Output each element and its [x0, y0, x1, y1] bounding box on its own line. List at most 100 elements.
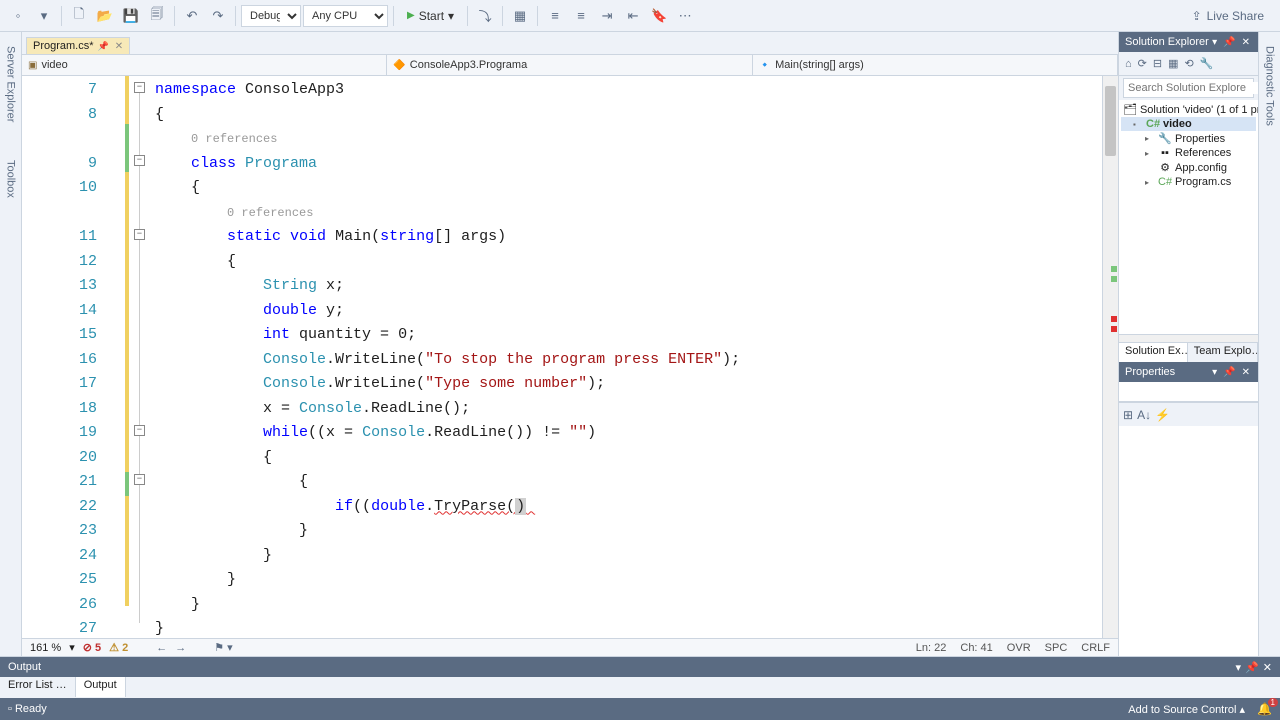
pin-icon[interactable]: 📌 — [1245, 661, 1259, 674]
programcs-node[interactable]: ▸C#Program.cs — [1121, 175, 1256, 189]
file-tab[interactable]: Program.cs* 📌 ✕ — [26, 37, 130, 54]
close-icon[interactable]: ✕ — [1240, 37, 1252, 48]
forward-icon[interactable]: ▾ — [32, 4, 56, 28]
dropdown-icon[interactable]: ▾ — [1236, 661, 1242, 674]
pin-icon[interactable]: 📌 — [1221, 37, 1237, 48]
show-icon[interactable]: ▦ — [1166, 55, 1180, 72]
caret-col: Ch: 41 — [960, 642, 992, 654]
tab-error-list[interactable]: Error List … — [0, 677, 76, 697]
nav-back-icon[interactable]: ← — [156, 642, 167, 654]
play-icon: ▶ — [407, 10, 415, 21]
collapse-icon[interactable]: ⊟ — [1151, 55, 1164, 72]
notification-icon[interactable]: 🔔 — [1257, 702, 1272, 716]
status-bar: ▫ Ready Add to Source Control ▴ 🔔 — [0, 698, 1280, 720]
pin-icon[interactable]: 📌 — [98, 41, 109, 52]
search-input[interactable] — [1128, 82, 1270, 94]
undo-icon[interactable]: ↶ — [180, 4, 204, 28]
spc-mode[interactable]: SPC — [1045, 642, 1068, 654]
method-icon: 🔹 — [759, 60, 771, 71]
output-tabs: Error List … Output — [0, 677, 1280, 697]
redo-icon[interactable]: ↷ — [206, 4, 230, 28]
categorize-icon[interactable]: ⊞ — [1123, 408, 1133, 422]
bookmark-icon[interactable]: 🔖 — [647, 4, 671, 28]
tab-solution-explorer[interactable]: Solution Ex… — [1119, 343, 1188, 362]
editor-status-bar: 161 % ▾ ⊘ 5 ⚠ 2 ← → ⚑ ▾ Ln: 22 Ch: 41 OV… — [22, 638, 1118, 656]
csharp-icon: C# — [1146, 118, 1160, 130]
error-count[interactable]: ⊘ 5 — [83, 641, 101, 654]
indent-icon[interactable]: ⇥ — [595, 4, 619, 28]
source-control-button[interactable]: Add to Source Control ▴ — [1128, 703, 1245, 716]
main-toolbar: ◦ ▾ 🗋 📂 💾 🗐 ↶ ↷ Debug Any CPU ▶Start ▾ ⤵… — [0, 0, 1280, 32]
flag-icon[interactable]: ⚑ ▾ — [214, 641, 232, 654]
csfile-icon: C# — [1158, 176, 1172, 188]
solution-toolbar: ⌂ ⟳ ⊟ ▦ ⟲ 🔧 — [1119, 52, 1258, 76]
code-editor[interactable]: 78 910 111213141516171819202122232425262… — [22, 76, 1118, 638]
solution-search[interactable]: 🔍 — [1123, 78, 1254, 98]
comment-icon[interactable]: ≡ — [543, 4, 567, 28]
properties-header: Properties ▾📌✕ — [1119, 362, 1258, 382]
ovr-mode[interactable]: OVR — [1007, 642, 1031, 654]
warning-count[interactable]: ⚠ 2 — [109, 641, 128, 654]
open-icon[interactable]: 📂 — [93, 4, 117, 28]
editor-area: Program.cs* 📌 ✕ ▣video 🔶ConsoleApp3.Prog… — [22, 32, 1118, 656]
platform-select[interactable]: Any CPU — [303, 5, 388, 27]
step-icon[interactable]: ⤵ — [473, 4, 497, 28]
sync-icon[interactable]: ⟲ — [1183, 55, 1196, 72]
share-icon: ⇪ — [1192, 9, 1202, 23]
server-explorer-tab[interactable]: Server Explorer — [3, 42, 19, 126]
solution-root[interactable]: 🗂Solution 'video' (1 of 1 pr — [1121, 102, 1256, 117]
class-select[interactable]: 🔶ConsoleApp3.Programa — [387, 55, 752, 75]
events-icon[interactable]: ⚡ — [1155, 408, 1170, 422]
tab-output[interactable]: Output — [76, 677, 126, 697]
home-icon[interactable]: ⌂ — [1123, 56, 1134, 72]
zoom-level[interactable]: 161 % — [30, 642, 61, 654]
project-node[interactable]: ▪C#video — [1121, 117, 1256, 131]
refresh-icon[interactable]: ⟳ — [1136, 55, 1149, 72]
outdent-icon[interactable]: ⇤ — [621, 4, 645, 28]
dropdown-icon[interactable]: ▾ — [1210, 367, 1219, 378]
properties-selector[interactable] — [1119, 382, 1258, 402]
dropdown-icon[interactable]: ▾ — [1210, 37, 1219, 48]
project-icon: ▣ — [28, 60, 37, 71]
alpha-icon[interactable]: A↓ — [1137, 408, 1151, 422]
config-select[interactable]: Debug — [241, 5, 301, 27]
solution-icon: 🗂 — [1123, 103, 1137, 116]
new-icon[interactable]: 🗋 — [67, 4, 91, 28]
live-share-button[interactable]: ⇪Live Share — [1182, 9, 1274, 23]
tab-team-explorer[interactable]: Team Explo… — [1188, 343, 1258, 362]
references-icon: ▪▪ — [1158, 147, 1172, 159]
scrollbar-vertical[interactable] — [1102, 76, 1118, 638]
nav-fwd-icon[interactable]: → — [175, 642, 186, 654]
solution-tabs: Solution Ex… Team Explo… — [1119, 342, 1258, 362]
wrench-icon: 🔧 — [1158, 132, 1172, 145]
misc-icon[interactable]: ⋯ — [673, 4, 697, 28]
caret-line: Ln: 22 — [916, 642, 947, 654]
tool-icon[interactable]: ▦ — [508, 4, 532, 28]
back-icon[interactable]: ◦ — [6, 4, 30, 28]
close-icon[interactable]: ✕ — [115, 41, 123, 52]
references-node[interactable]: ▸▪▪References — [1121, 146, 1256, 160]
close-icon[interactable]: ✕ — [1263, 661, 1272, 674]
config-icon: ⚙ — [1158, 161, 1172, 174]
properties-grid[interactable] — [1119, 426, 1258, 656]
bottom-dock: Output ▾📌 ✕ Error List … Output — [0, 656, 1280, 698]
save-all-icon[interactable]: 🗐 — [145, 4, 169, 28]
status-ready: ▫ Ready — [8, 703, 47, 715]
properties-node[interactable]: ▸🔧Properties — [1121, 131, 1256, 146]
appconfig-node[interactable]: ⚙App.config — [1121, 160, 1256, 175]
toolbox-tab[interactable]: Toolbox — [3, 156, 19, 202]
class-icon: 🔶 — [393, 60, 405, 71]
solution-tree[interactable]: 🗂Solution 'video' (1 of 1 pr ▪C#video ▸🔧… — [1119, 100, 1258, 334]
member-select[interactable]: 🔹Main(string[] args) — [753, 55, 1118, 75]
uncomment-icon[interactable]: ≡ — [569, 4, 593, 28]
line-ending[interactable]: CRLF — [1081, 642, 1110, 654]
wrench-icon[interactable]: 🔧 — [1198, 55, 1216, 72]
scope-select[interactable]: ▣video — [22, 55, 387, 75]
save-icon[interactable]: 💾 — [119, 4, 143, 28]
diagnostic-tools-tab[interactable]: Diagnostic Tools — [1262, 42, 1278, 130]
start-button[interactable]: ▶Start ▾ — [399, 5, 462, 27]
output-header: Output ▾📌✕ — [0, 657, 1280, 677]
close-icon[interactable]: ✕ — [1240, 367, 1252, 378]
pin-icon[interactable]: 📌 — [1221, 367, 1237, 378]
right-dock: Solution Explorer ▾📌✕ ⌂ ⟳ ⊟ ▦ ⟲ 🔧 🔍 🗂Sol… — [1118, 32, 1258, 656]
